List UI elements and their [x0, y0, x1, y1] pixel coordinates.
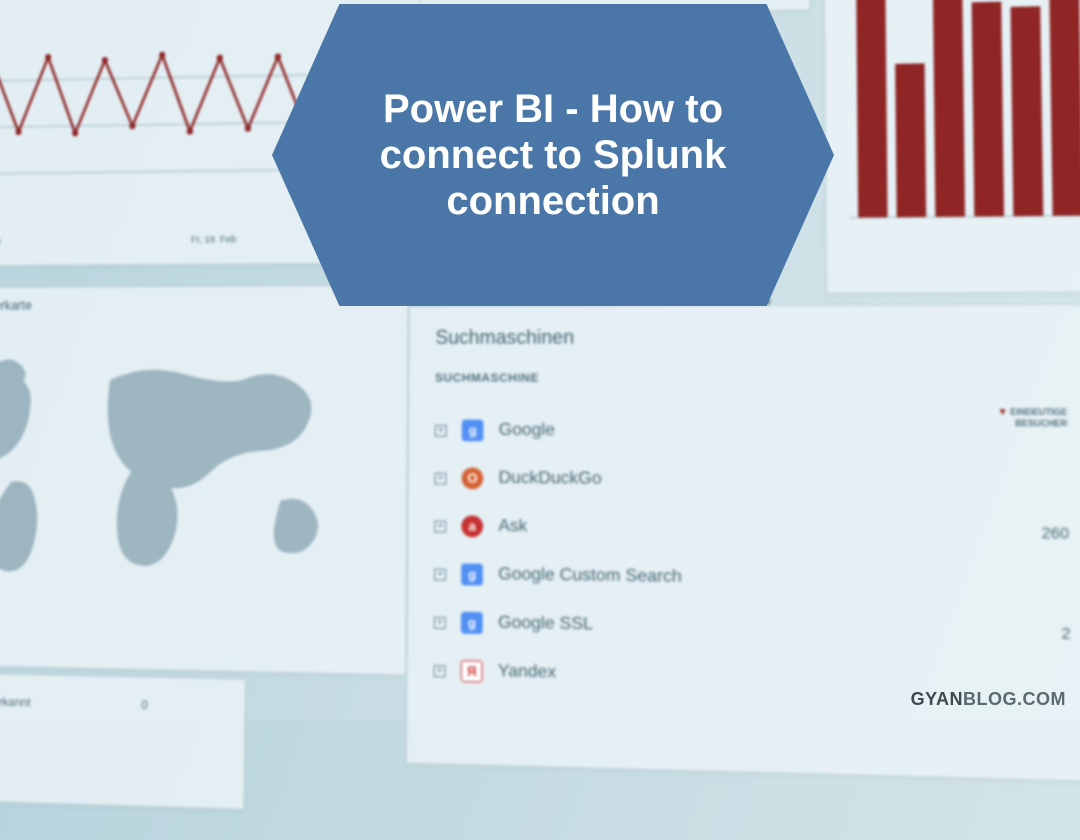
duckduckgo-icon: O — [462, 467, 484, 489]
search-panel-title: Suchmaschinen — [435, 326, 574, 349]
panel-world-map: Besucherkarte — [0, 285, 409, 676]
list-item[interactable]: + O DuckDuckGo — [434, 454, 1068, 508]
hero-banner: Power BI - How to connect to Splunk conn… — [272, 4, 834, 306]
ask-icon: a — [461, 515, 483, 537]
expand-icon[interactable]: + — [435, 424, 447, 436]
map-panel-title: Besucherkarte — [0, 298, 32, 313]
unknown-label: Unbekannt — [0, 695, 31, 709]
expand-icon[interactable]: + — [435, 472, 447, 484]
line-chart-axis-labels: Fr, 12. Feb Fr, 19. Feb — [0, 234, 236, 247]
search-engine-name: Ask — [498, 517, 527, 537]
watermark: GYANBLOG.COM — [911, 689, 1066, 710]
search-engine-value: 2 — [1061, 624, 1070, 642]
hero-title: Power BI - How to connect to Splunk conn… — [336, 86, 770, 224]
bar-chart — [847, 0, 1080, 240]
panel-unknown: Unbekannt 0 — [0, 672, 246, 810]
google-icon: g — [461, 563, 483, 585]
google-icon: g — [461, 612, 483, 634]
search-column-header[interactable]: SUCHMASCHINE — [435, 372, 539, 385]
panel-bar-chart: 20 Std. — [823, 0, 1080, 294]
world-map — [0, 318, 378, 599]
panel-search-engines: Suchmaschinen SUCHMASCHINE ▼ EINDEUTIGE … — [406, 304, 1080, 782]
search-engine-name: Google SSL — [498, 613, 593, 635]
search-engine-name: Google — [499, 421, 555, 441]
unknown-value: 0 — [141, 699, 148, 712]
expand-icon[interactable]: + — [434, 568, 446, 580]
expand-icon[interactable]: + — [434, 616, 446, 628]
yandex-icon: Я — [461, 660, 483, 683]
search-engine-value: 260 — [1042, 523, 1070, 541]
search-engine-name: Google Custom Search — [498, 565, 682, 587]
list-item[interactable]: + g Google — [435, 406, 1068, 458]
expand-icon[interactable]: + — [434, 665, 446, 677]
search-engine-name: DuckDuckGo — [498, 469, 601, 490]
search-engine-list: + g Google + O DuckDuckGo + a Ask 260 + … — [433, 406, 1071, 708]
expand-icon[interactable]: + — [434, 520, 446, 532]
search-engine-name: Yandex — [498, 662, 556, 683]
google-icon: g — [462, 420, 484, 442]
list-item[interactable]: + a Ask 260 — [434, 502, 1069, 558]
